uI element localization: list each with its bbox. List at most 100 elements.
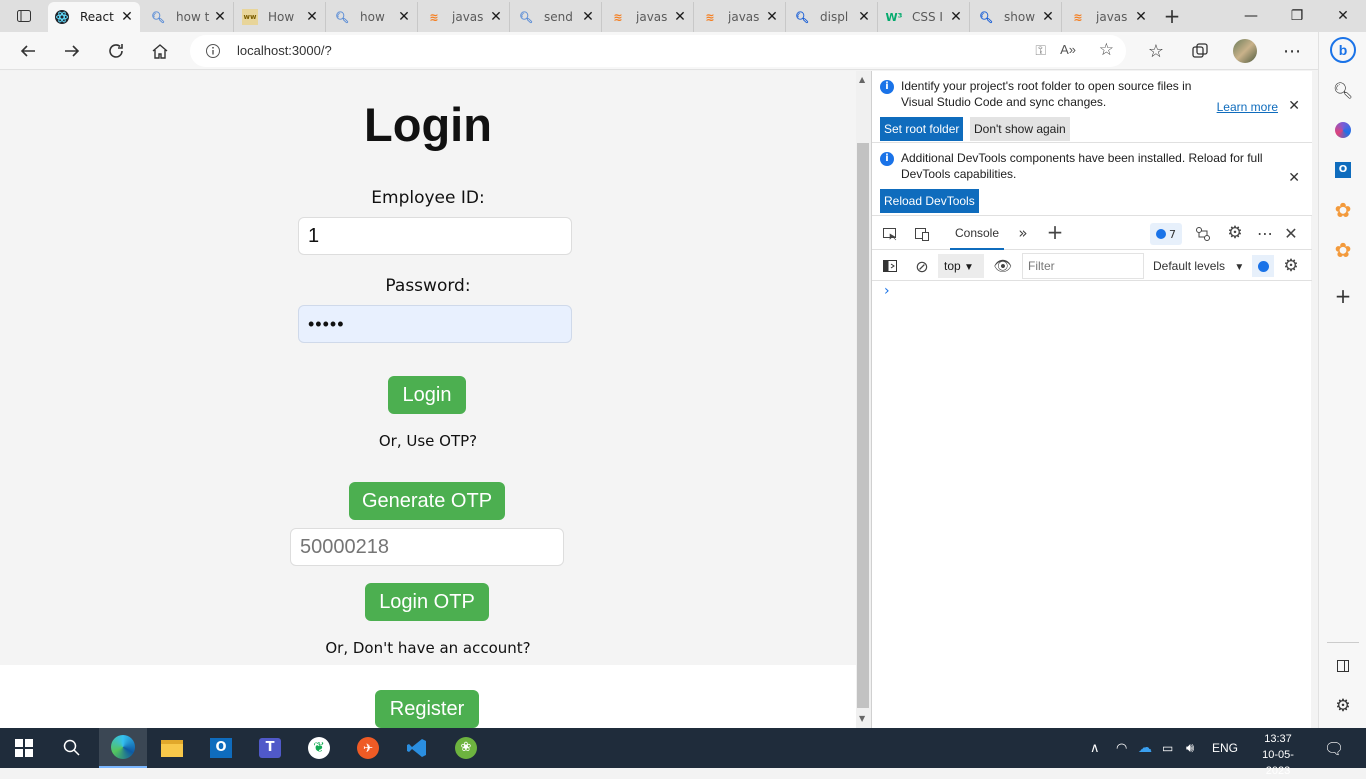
issues-badge[interactable]: 7 bbox=[1150, 223, 1182, 245]
tab-send[interactable]: 🔍︎ send ✕ bbox=[512, 2, 602, 32]
hide-sidebar-icon[interactable] bbox=[1329, 652, 1357, 680]
close-tab-icon[interactable]: ✕ bbox=[489, 9, 503, 25]
tab-javas[interactable]: ≋ javas ✕ bbox=[420, 2, 510, 32]
postman-icon[interactable]: ✈ bbox=[344, 728, 392, 768]
show-hidden-icons-icon[interactable]: ∧ bbox=[1090, 728, 1100, 768]
volume-icon[interactable]: 🔊︎ bbox=[1186, 728, 1194, 768]
home-icon[interactable] bbox=[146, 37, 174, 65]
reload-devtools-button[interactable]: Reload DevTools bbox=[880, 189, 979, 213]
address-bar[interactable]: localhost:3000/? ⚿ A» ☆ bbox=[190, 35, 1126, 67]
outlook-app-icon[interactable]: O bbox=[197, 728, 245, 768]
inspect-element-icon[interactable] bbox=[878, 222, 902, 246]
scroll-down-icon[interactable]: ▼ bbox=[859, 714, 865, 723]
close-tab-icon[interactable]: ✕ bbox=[857, 9, 871, 25]
taskbar-search-icon[interactable] bbox=[48, 728, 96, 768]
close-tab-icon[interactable]: ✕ bbox=[213, 9, 227, 25]
page-scrollbar[interactable]: ▲ ▼ bbox=[856, 71, 871, 728]
close-tab-icon[interactable]: ✕ bbox=[581, 9, 595, 25]
add-sidebar-app-icon[interactable]: + bbox=[1329, 282, 1357, 310]
onedrive-icon[interactable]: ☁ bbox=[1138, 728, 1152, 768]
password-key-icon[interactable]: ⚿ bbox=[1035, 43, 1046, 59]
tab-javas-3[interactable]: ≋ javas ✕ bbox=[696, 2, 786, 32]
tab-how-2[interactable]: 🔍︎ how ✕ bbox=[328, 2, 418, 32]
settings-gear-icon[interactable]: ⚙ bbox=[1223, 221, 1247, 245]
add-favorite-icon[interactable]: ☆ bbox=[1099, 40, 1114, 60]
back-icon[interactable] bbox=[14, 37, 42, 65]
tab-show[interactable]: 🔍︎ show ✕ bbox=[972, 2, 1062, 32]
close-icon[interactable]: ✕ bbox=[1288, 170, 1300, 186]
close-tab-icon[interactable]: ✕ bbox=[305, 9, 319, 25]
bing-chat-icon[interactable]: b bbox=[1329, 36, 1357, 64]
close-tab-icon[interactable]: ✕ bbox=[397, 9, 411, 25]
log-levels-select[interactable]: Default levels ▼ bbox=[1153, 254, 1244, 280]
register-button[interactable]: Register bbox=[375, 690, 479, 728]
learn-more-link[interactable]: Learn more bbox=[1217, 100, 1278, 114]
tools-icon[interactable]: ✿ bbox=[1329, 236, 1357, 264]
battery-icon[interactable]: ▭ bbox=[1162, 728, 1173, 768]
more-options-icon[interactable]: ⋯ bbox=[1253, 221, 1277, 245]
close-tab-icon[interactable]: ✕ bbox=[1134, 9, 1148, 25]
tab-css[interactable]: W³ CSS I ✕ bbox=[880, 2, 970, 32]
start-windows-icon[interactable] bbox=[0, 728, 48, 768]
tab-displ[interactable]: 🔍︎ displ ✕ bbox=[788, 2, 878, 32]
add-tab-icon[interactable]: + bbox=[1043, 220, 1067, 244]
device-emulation-icon[interactable] bbox=[910, 222, 934, 246]
outlook-icon[interactable]: O bbox=[1329, 156, 1357, 184]
otp-input[interactable]: 50000218 bbox=[290, 528, 564, 566]
teams-icon[interactable]: T bbox=[246, 728, 294, 768]
close-icon[interactable]: ✕ bbox=[1288, 98, 1300, 114]
shopping-icon[interactable] bbox=[1329, 116, 1357, 144]
console-prompt-icon[interactable]: › bbox=[884, 283, 890, 299]
read-aloud-icon[interactable]: A» bbox=[1060, 42, 1076, 57]
tab-console[interactable]: Console bbox=[950, 217, 1004, 250]
clear-console-icon[interactable]: ⊘ bbox=[910, 254, 934, 278]
spring-tool-suite-icon[interactable]: ❀ bbox=[442, 728, 490, 768]
wifi-icon[interactable]: ◠ bbox=[1116, 728, 1127, 768]
tab-how[interactable]: ww How ✕ bbox=[236, 2, 326, 32]
sidebar-settings-gear-icon[interactable]: ⚙ bbox=[1329, 692, 1357, 720]
scroll-up-icon[interactable]: ▲ bbox=[859, 75, 865, 84]
minimize-icon[interactable]: — bbox=[1228, 0, 1274, 32]
more-menu-icon[interactable]: ⋯ bbox=[1278, 37, 1306, 65]
generate-otp-button[interactable]: Generate OTP bbox=[349, 482, 505, 520]
favorites-icon[interactable]: ☆ bbox=[1142, 37, 1170, 65]
vscode-icon[interactable] bbox=[393, 728, 441, 768]
connect-icon[interactable] bbox=[1191, 222, 1215, 246]
search-icon[interactable]: 🔍︎ bbox=[1329, 76, 1357, 104]
clock[interactable]: 13:37 10-05-2023 bbox=[1256, 731, 1300, 779]
tab-javas-2[interactable]: ≋ javas ✕ bbox=[604, 2, 694, 32]
close-tab-icon[interactable]: ✕ bbox=[765, 9, 779, 25]
set-root-folder-button[interactable]: Set root folder bbox=[880, 117, 964, 141]
notifications-icon[interactable]: 🗨︎ bbox=[1324, 728, 1344, 768]
filter-input[interactable]: Filter bbox=[1022, 253, 1144, 279]
scrollbar-thumb[interactable] bbox=[857, 143, 869, 708]
sidebar-toggle-icon[interactable] bbox=[878, 254, 902, 278]
login-button[interactable]: Login bbox=[388, 376, 466, 414]
tab-actions-icon[interactable] bbox=[8, 4, 40, 28]
password-input[interactable]: ••••• bbox=[298, 305, 572, 343]
employee-id-input[interactable]: 1 bbox=[298, 217, 572, 255]
new-tab-icon[interactable]: + bbox=[1160, 4, 1184, 28]
live-expression-eye-icon[interactable]: 👁︎ bbox=[991, 254, 1015, 278]
file-explorer-icon[interactable] bbox=[148, 728, 196, 768]
edge-app-icon[interactable] bbox=[99, 728, 147, 768]
language-indicator[interactable]: ENG bbox=[1212, 728, 1238, 768]
games-icon[interactable]: ✿ bbox=[1329, 196, 1357, 224]
close-tab-icon[interactable]: ✕ bbox=[673, 9, 687, 25]
console-settings-gear-icon[interactable]: ⚙ bbox=[1279, 254, 1303, 278]
close-devtools-icon[interactable]: ✕ bbox=[1279, 221, 1303, 245]
more-tabs-icon[interactable]: » bbox=[1011, 221, 1035, 245]
site-info-icon[interactable] bbox=[205, 43, 221, 62]
close-tab-icon[interactable]: ✕ bbox=[1041, 9, 1055, 25]
tab-how-t[interactable]: 🔍︎ how t ✕ bbox=[144, 2, 234, 32]
close-window-icon[interactable]: ✕ bbox=[1320, 0, 1366, 32]
forward-icon[interactable] bbox=[58, 37, 86, 65]
close-tab-icon[interactable]: ✕ bbox=[120, 9, 134, 25]
issues-icon[interactable] bbox=[1251, 254, 1275, 278]
dont-show-again-button[interactable]: Don't show again bbox=[970, 117, 1070, 141]
tab-javas-4[interactable]: ≋ javas ✕ bbox=[1064, 2, 1154, 32]
tab-react[interactable]: React ✕ bbox=[48, 2, 140, 32]
close-tab-icon[interactable]: ✕ bbox=[949, 9, 963, 25]
login-otp-button[interactable]: Login OTP bbox=[365, 583, 489, 621]
restore-icon[interactable]: ❐ bbox=[1274, 0, 1320, 32]
